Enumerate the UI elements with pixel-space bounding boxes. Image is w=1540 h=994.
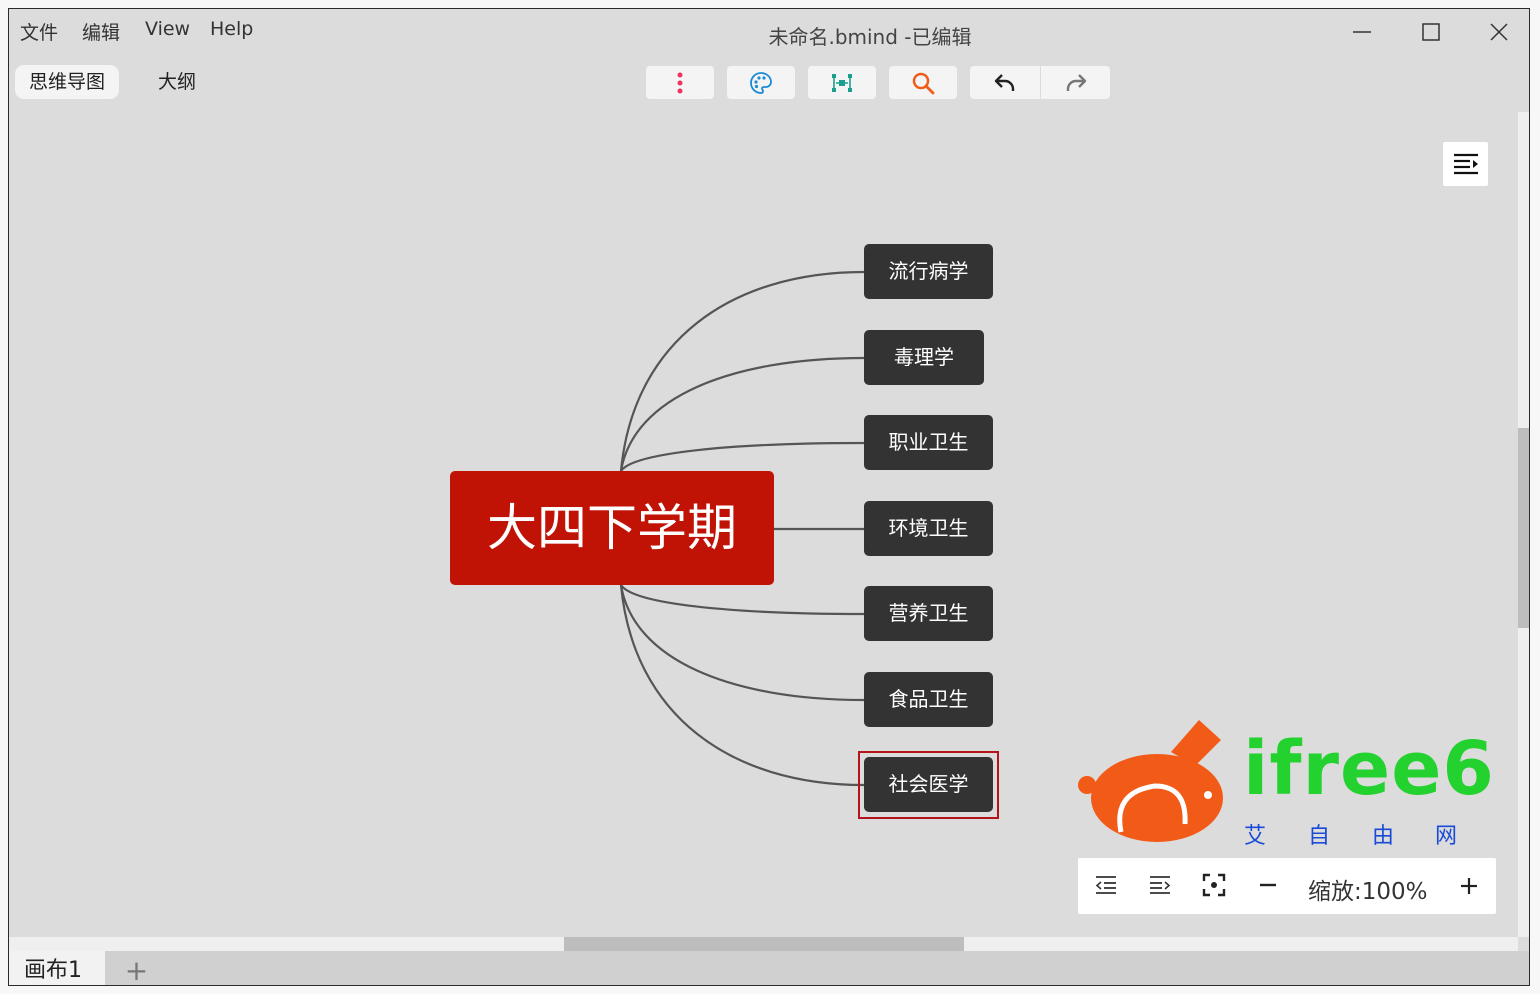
selection-outline (858, 751, 999, 819)
connector-line (619, 356, 865, 472)
watermark: ifree6 艾 自 由 网 (1071, 712, 1494, 852)
zoom-toolbar: 缩放:100% (1078, 858, 1496, 914)
watermark-char: 自 (1308, 824, 1331, 849)
zoom-level: 缩放:100% (1308, 879, 1428, 905)
rabbit-logo-icon (1078, 720, 1223, 842)
fit-center-button[interactable] (1202, 873, 1228, 899)
horizontal-scrollbar[interactable] (9, 937, 1518, 951)
topic-node[interactable]: 食品卫生 (864, 672, 993, 727)
topic-node[interactable]: 职业卫生 (864, 415, 993, 470)
sheet-tab[interactable]: 画布1 (9, 951, 105, 985)
minus-icon (1260, 883, 1276, 887)
plus-icon (1461, 878, 1477, 894)
expand-all-button[interactable] (1148, 873, 1174, 899)
zoom-out-button[interactable] (1256, 873, 1282, 899)
zoom-in-button[interactable] (1458, 868, 1480, 904)
vertical-scroll-thumb[interactable] (1518, 428, 1529, 628)
indent-right-icon (1150, 876, 1171, 894)
focus-center-icon (1202, 873, 1226, 897)
app-window: 文件 编辑 View Help 未命名.bmind -已编辑 思维导图 大纲 大… (8, 8, 1530, 986)
connector-line (619, 584, 865, 702)
collapse-all-button[interactable] (1094, 873, 1120, 899)
connector-line (620, 441, 865, 472)
connector-line (619, 584, 865, 787)
watermark-char: 艾 (1244, 824, 1267, 849)
topic-node[interactable]: 环境卫生 (864, 501, 993, 556)
sheet-bar: 画布1 + (9, 951, 1529, 985)
watermark-char: 由 (1372, 824, 1395, 849)
watermark-brand: ifree6 (1243, 726, 1495, 812)
connector-line (620, 584, 865, 616)
vertical-scrollbar[interactable] (1518, 112, 1529, 937)
root-topic[interactable]: 大四下学期 (450, 471, 774, 585)
indent-left-icon (1095, 876, 1116, 894)
watermark-char: 网 (1435, 824, 1458, 849)
add-sheet-button[interactable]: + (109, 951, 164, 985)
topic-node[interactable]: 毒理学 (864, 330, 984, 385)
topic-node[interactable]: 流行病学 (864, 244, 993, 299)
topic-node[interactable]: 营养卫生 (864, 586, 993, 641)
horizontal-scroll-thumb[interactable] (564, 937, 964, 951)
